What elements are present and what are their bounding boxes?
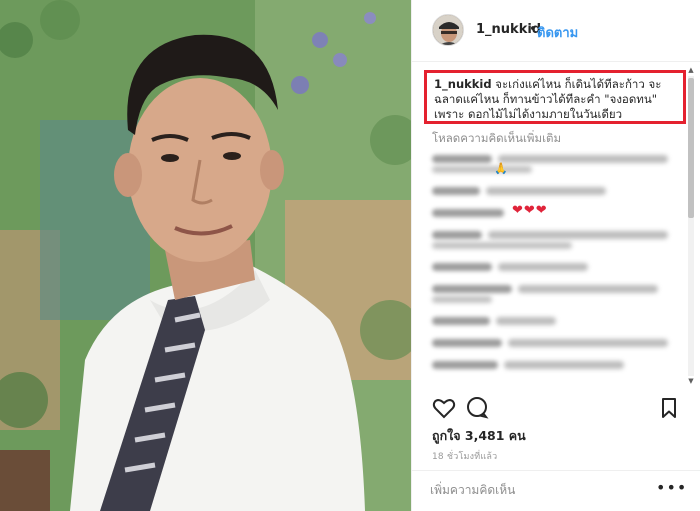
post-actions (412, 390, 700, 426)
more-options-icon[interactable]: ••• (656, 480, 687, 496)
follow-button[interactable]: ติดตาม (537, 22, 578, 43)
caption-username[interactable]: 1_nukkid (434, 77, 492, 91)
load-more-comments-button[interactable]: โหลดความคิดเห็นเพิ่มเติม (432, 130, 561, 148)
scroll-thumb[interactable] (688, 78, 694, 218)
list-item: 🙏 (432, 152, 682, 175)
post-side-panel: 1_nukkid • ติดตาม 1_nukkid จะเก่งแค่ไหน … (411, 0, 700, 511)
avatar[interactable] (432, 14, 464, 46)
comment-hearts: ❤❤❤ (512, 203, 548, 218)
avatar-image (433, 15, 463, 45)
comment-input[interactable] (430, 479, 650, 501)
likes-count[interactable]: ถูกใจ 3,481 คน (432, 426, 526, 446)
list-item (432, 228, 682, 249)
list-item (432, 260, 682, 278)
comments-scrollbar[interactable]: ▲ ▼ (687, 66, 695, 386)
comments-list[interactable]: 1_nukkid จะเก่งแค่ไหน ก็เดินได้ทีละก้าว … (412, 62, 700, 384)
scroll-down-arrow-icon[interactable]: ▼ (687, 377, 695, 385)
list-item: ❤❤❤ (432, 203, 682, 224)
bookmark-icon[interactable] (657, 396, 681, 420)
heart-icon[interactable] (432, 396, 456, 420)
add-comment-bar: ••• (412, 470, 700, 511)
separator-dot: • (529, 22, 537, 37)
post-header: 1_nukkid • ติดตาม (412, 0, 700, 62)
post-timestamp: 18 ชั่วโมงที่แล้ว (432, 452, 498, 462)
portrait-illustration (0, 0, 411, 511)
list-item (432, 358, 682, 376)
post-photo[interactable] (0, 0, 411, 511)
comment-emoji: 🙏 (494, 162, 508, 175)
scroll-up-arrow-icon[interactable]: ▲ (687, 66, 695, 74)
list-item (432, 184, 682, 202)
comment-icon[interactable] (465, 396, 489, 420)
post-caption: 1_nukkid จะเก่งแค่ไหน ก็เดินได้ทีละก้าว … (424, 70, 686, 124)
list-item (432, 336, 682, 354)
list-item (432, 314, 682, 332)
list-item (432, 282, 682, 303)
